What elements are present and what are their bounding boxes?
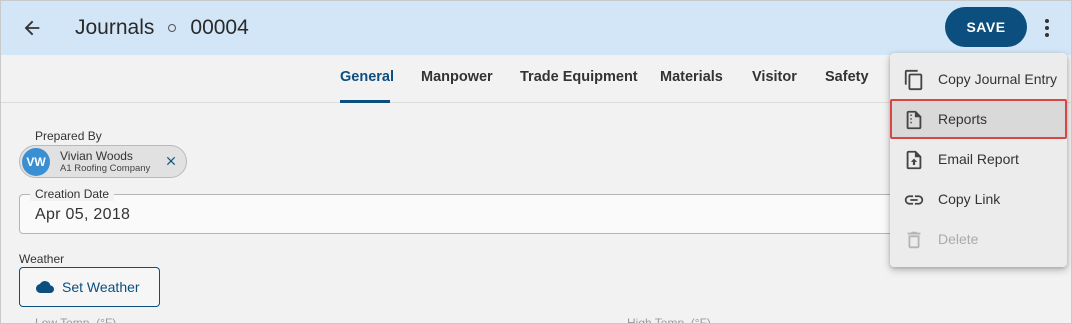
weather-label: Weather bbox=[19, 252, 65, 266]
low-temp-label: Low Temp. (°F) bbox=[35, 316, 117, 324]
menu-item-label: Copy Link bbox=[938, 191, 1001, 207]
title-separator bbox=[168, 24, 177, 32]
creation-date-field[interactable]: Creation Date Apr 05, 2018 bbox=[19, 187, 1019, 234]
record-id: 00004 bbox=[190, 16, 249, 39]
email-report-icon bbox=[906, 150, 922, 170]
set-weather-button[interactable]: Set Weather bbox=[19, 267, 160, 307]
report-icon bbox=[906, 110, 922, 130]
menu-item-label: Copy Journal Entry bbox=[938, 71, 1058, 87]
tab-safety[interactable]: Safety bbox=[825, 69, 869, 85]
save-button[interactable]: SAVE bbox=[945, 7, 1027, 47]
more-options-menu: Copy Journal Entry Reports Email Report … bbox=[890, 53, 1067, 267]
menu-item-label: Reports bbox=[938, 111, 988, 127]
avatar: VW bbox=[22, 148, 50, 176]
close-icon bbox=[166, 156, 176, 166]
user-company: A1 Roofing Company bbox=[60, 163, 151, 174]
creation-date-label: Creation Date bbox=[30, 187, 115, 201]
trash-icon bbox=[907, 231, 921, 249]
tab-trade-equipment[interactable]: Trade Equipment bbox=[520, 69, 638, 85]
arrow-left-icon bbox=[24, 20, 40, 36]
more-options-icon[interactable] bbox=[1035, 13, 1059, 43]
active-tab-indicator bbox=[340, 100, 390, 103]
set-weather-label: Set Weather bbox=[62, 279, 140, 295]
high-temp-label: High Temp. (°F) bbox=[627, 316, 711, 324]
app-window: Journals 00004 SAVE General Manpower Tra… bbox=[0, 0, 1072, 324]
page-title: Journals 00004 bbox=[75, 16, 249, 40]
tab-visitor[interactable]: Visitor bbox=[752, 69, 797, 85]
cloud-icon bbox=[36, 281, 54, 293]
page-title-text: Journals bbox=[75, 16, 155, 39]
prepared-by-label: Prepared By bbox=[35, 129, 102, 143]
menu-item-copy-link[interactable]: Copy Link bbox=[890, 179, 1067, 219]
tab-materials[interactable]: Materials bbox=[660, 69, 723, 85]
back-button[interactable] bbox=[17, 13, 47, 43]
menu-item-copy-journal-entry[interactable]: Copy Journal Entry bbox=[890, 59, 1067, 99]
header-bar: Journals 00004 SAVE bbox=[1, 1, 1071, 55]
menu-item-label: Delete bbox=[938, 231, 979, 247]
tab-general[interactable]: General bbox=[340, 69, 394, 85]
menu-item-delete[interactable]: Delete bbox=[890, 219, 1067, 259]
menu-item-reports[interactable]: Reports bbox=[890, 99, 1067, 139]
user-name: Vivian Woods bbox=[60, 149, 133, 163]
creation-date-value: Apr 05, 2018 bbox=[35, 206, 131, 223]
menu-item-email-report[interactable]: Email Report bbox=[890, 139, 1067, 179]
copy-icon bbox=[904, 69, 923, 91]
user-chip[interactable]: VW Vivian Woods A1 Roofing Company bbox=[19, 145, 187, 178]
link-icon bbox=[904, 195, 924, 205]
tab-manpower[interactable]: Manpower bbox=[421, 69, 493, 85]
menu-item-label: Email Report bbox=[938, 151, 1019, 167]
remove-user-button[interactable] bbox=[162, 152, 180, 170]
